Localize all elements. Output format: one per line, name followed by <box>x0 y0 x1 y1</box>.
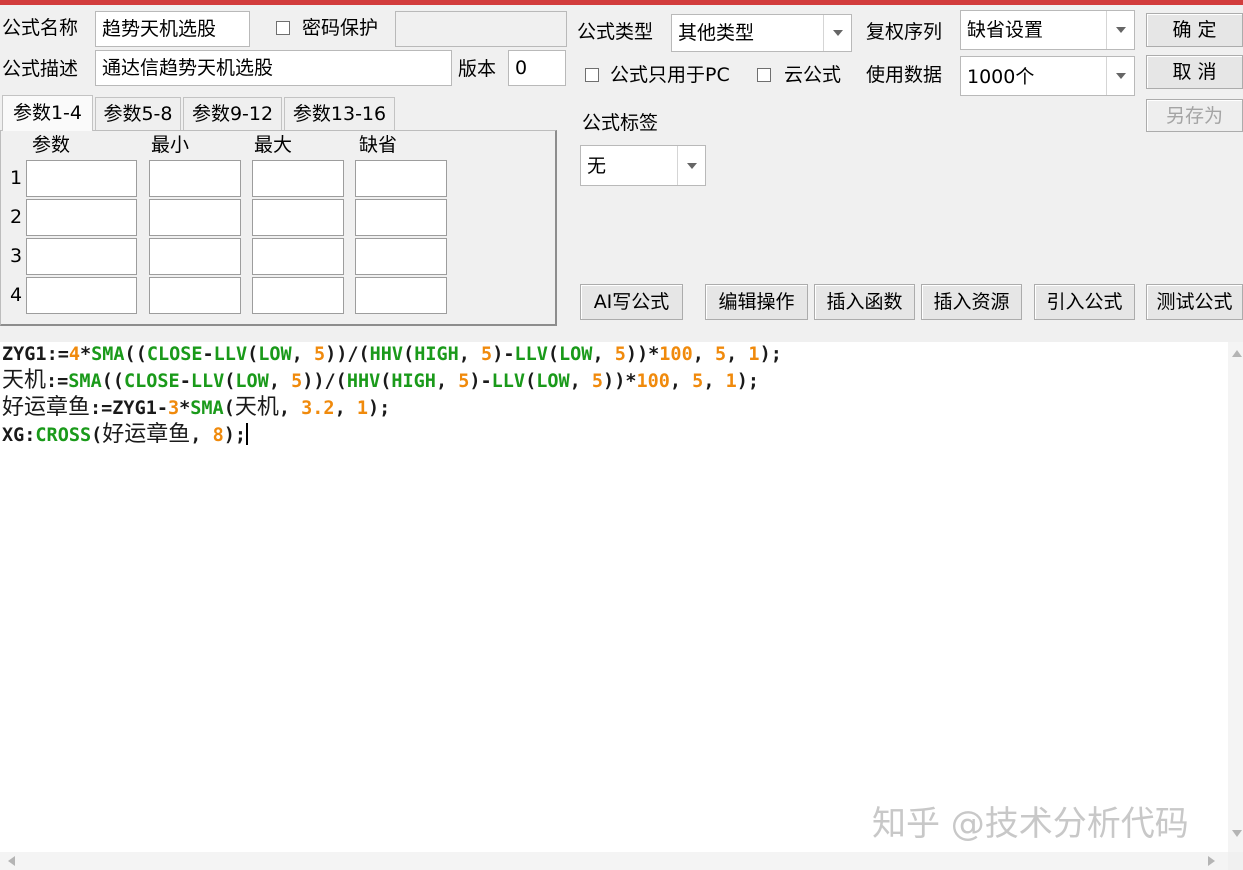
formula-desc-input[interactable]: 通达信趋势天机选股 <box>95 50 452 86</box>
formula-tag-label: 公式标签 <box>582 112 659 134</box>
tab-params-1-4[interactable]: 参数1-4 <box>2 95 93 131</box>
use-data-label: 使用数据 <box>866 64 943 86</box>
formula-tag-select[interactable]: 无 <box>580 145 706 186</box>
vertical-scrollbar[interactable] <box>1228 342 1243 852</box>
param-row-number: 2 <box>10 206 23 228</box>
param-3-default-input[interactable] <box>355 238 447 275</box>
watermark: 知乎 @技术分析代码 <box>872 804 1189 844</box>
password-label: 密码保护 <box>302 17 379 39</box>
scroll-left-icon[interactable] <box>8 856 15 866</box>
import-formula-button[interactable]: 引入公式 <box>1034 284 1135 320</box>
pc-only-checkbox[interactable] <box>585 68 599 82</box>
formula-type-label: 公式类型 <box>577 21 654 43</box>
chevron-down-icon[interactable] <box>1106 57 1134 95</box>
save-as-button[interactable]: 另存为 <box>1146 99 1243 132</box>
param-1-min-input[interactable] <box>149 160 241 197</box>
adjust-select[interactable]: 缺省设置 <box>960 10 1135 50</box>
code-line[interactable]: 好运章鱼:=ZYG1-3*SMA(天机, 3.2, 1); <box>2 395 782 422</box>
code-text[interactable]: ZYG1:=4*SMA((CLOSE-LLV(LOW, 5))/(HHV(HIG… <box>2 342 782 449</box>
param-4-name-input[interactable] <box>26 277 137 314</box>
param-3-name-input[interactable] <box>26 238 137 275</box>
password-checkbox[interactable] <box>276 21 290 35</box>
text-cursor <box>245 423 248 445</box>
formula-name-label: 公式名称 <box>2 17 79 39</box>
param-row-number: 1 <box>10 167 23 189</box>
tab-params-13-16[interactable]: 参数13-16 <box>284 97 395 130</box>
adjust-label: 复权序列 <box>866 21 943 43</box>
param-2-min-input[interactable] <box>149 199 241 236</box>
horizontal-scrollbar[interactable] <box>0 852 1228 870</box>
insert-resource-button[interactable]: 插入资源 <box>921 284 1022 320</box>
edit-operation-button[interactable]: 编辑操作 <box>705 284 808 320</box>
param-header-default: 缺省 <box>359 134 398 156</box>
tab-params-5-8[interactable]: 参数5-8 <box>95 97 181 130</box>
param-3-max-input[interactable] <box>252 238 344 275</box>
code-line[interactable]: ZYG1:=4*SMA((CLOSE-LLV(LOW, 5))/(HHV(HIG… <box>2 342 782 368</box>
param-2-name-input[interactable] <box>26 199 137 236</box>
param-3-min-input[interactable] <box>149 238 241 275</box>
formula-tag-value: 无 <box>587 155 607 177</box>
param-4-default-input[interactable] <box>355 277 447 314</box>
formula-type-select[interactable]: 其他类型 <box>671 14 852 52</box>
param-1-default-input[interactable] <box>355 160 447 197</box>
param-4-max-input[interactable] <box>252 277 344 314</box>
param-2-max-input[interactable] <box>252 199 344 236</box>
cloud-label: 云公式 <box>784 64 842 86</box>
chevron-down-icon[interactable] <box>677 146 705 185</box>
formula-type-value: 其他类型 <box>678 22 755 44</box>
param-1-name-input[interactable] <box>26 160 137 197</box>
cloud-checkbox[interactable] <box>757 68 771 82</box>
ai-formula-button[interactable]: AI写公式 <box>580 284 683 320</box>
scroll-right-icon[interactable] <box>1208 856 1215 866</box>
tab-params-9-12[interactable]: 参数9-12 <box>183 97 282 130</box>
pc-only-label: 公式只用于PC <box>610 64 730 86</box>
param-header-name: 参数 <box>32 134 71 156</box>
param-row-number: 4 <box>10 284 23 306</box>
use-data-value: 1000个 <box>967 66 1035 88</box>
code-editor[interactable]: ZYG1:=4*SMA((CLOSE-LLV(LOW, 5))/(HHV(HIG… <box>0 342 1228 852</box>
scroll-up-icon[interactable] <box>1232 350 1242 357</box>
test-formula-button[interactable]: 测试公式 <box>1146 284 1243 320</box>
formula-name-input[interactable]: 趋势天机选股 <box>95 11 250 47</box>
version-label: 版本 <box>458 58 497 80</box>
chevron-down-icon[interactable] <box>1106 11 1134 49</box>
param-row-number: 3 <box>10 245 23 267</box>
ok-button[interactable]: 确 定 <box>1146 13 1243 47</box>
cancel-button[interactable]: 取 消 <box>1146 55 1243 89</box>
password-input[interactable] <box>395 11 567 47</box>
chevron-down-icon[interactable] <box>823 15 851 51</box>
code-line[interactable]: XG:CROSS(好运章鱼, 8); <box>2 422 782 449</box>
code-line[interactable]: 天机:=SMA((CLOSE-LLV(LOW, 5))/(HHV(HIGH, 5… <box>2 368 782 395</box>
param-2-default-input[interactable] <box>355 199 447 236</box>
insert-function-button[interactable]: 插入函数 <box>814 284 915 320</box>
window-top-border <box>0 0 1243 5</box>
use-data-select[interactable]: 1000个 <box>960 56 1135 96</box>
scroll-down-icon[interactable] <box>1232 830 1242 837</box>
adjust-value: 缺省设置 <box>967 19 1044 41</box>
formula-desc-label: 公式描述 <box>2 58 79 80</box>
param-header-min: 最小 <box>151 134 190 156</box>
param-4-min-input[interactable] <box>149 277 241 314</box>
version-input[interactable]: 0 <box>508 50 566 86</box>
param-1-max-input[interactable] <box>252 160 344 197</box>
param-header-max: 最大 <box>254 134 293 156</box>
